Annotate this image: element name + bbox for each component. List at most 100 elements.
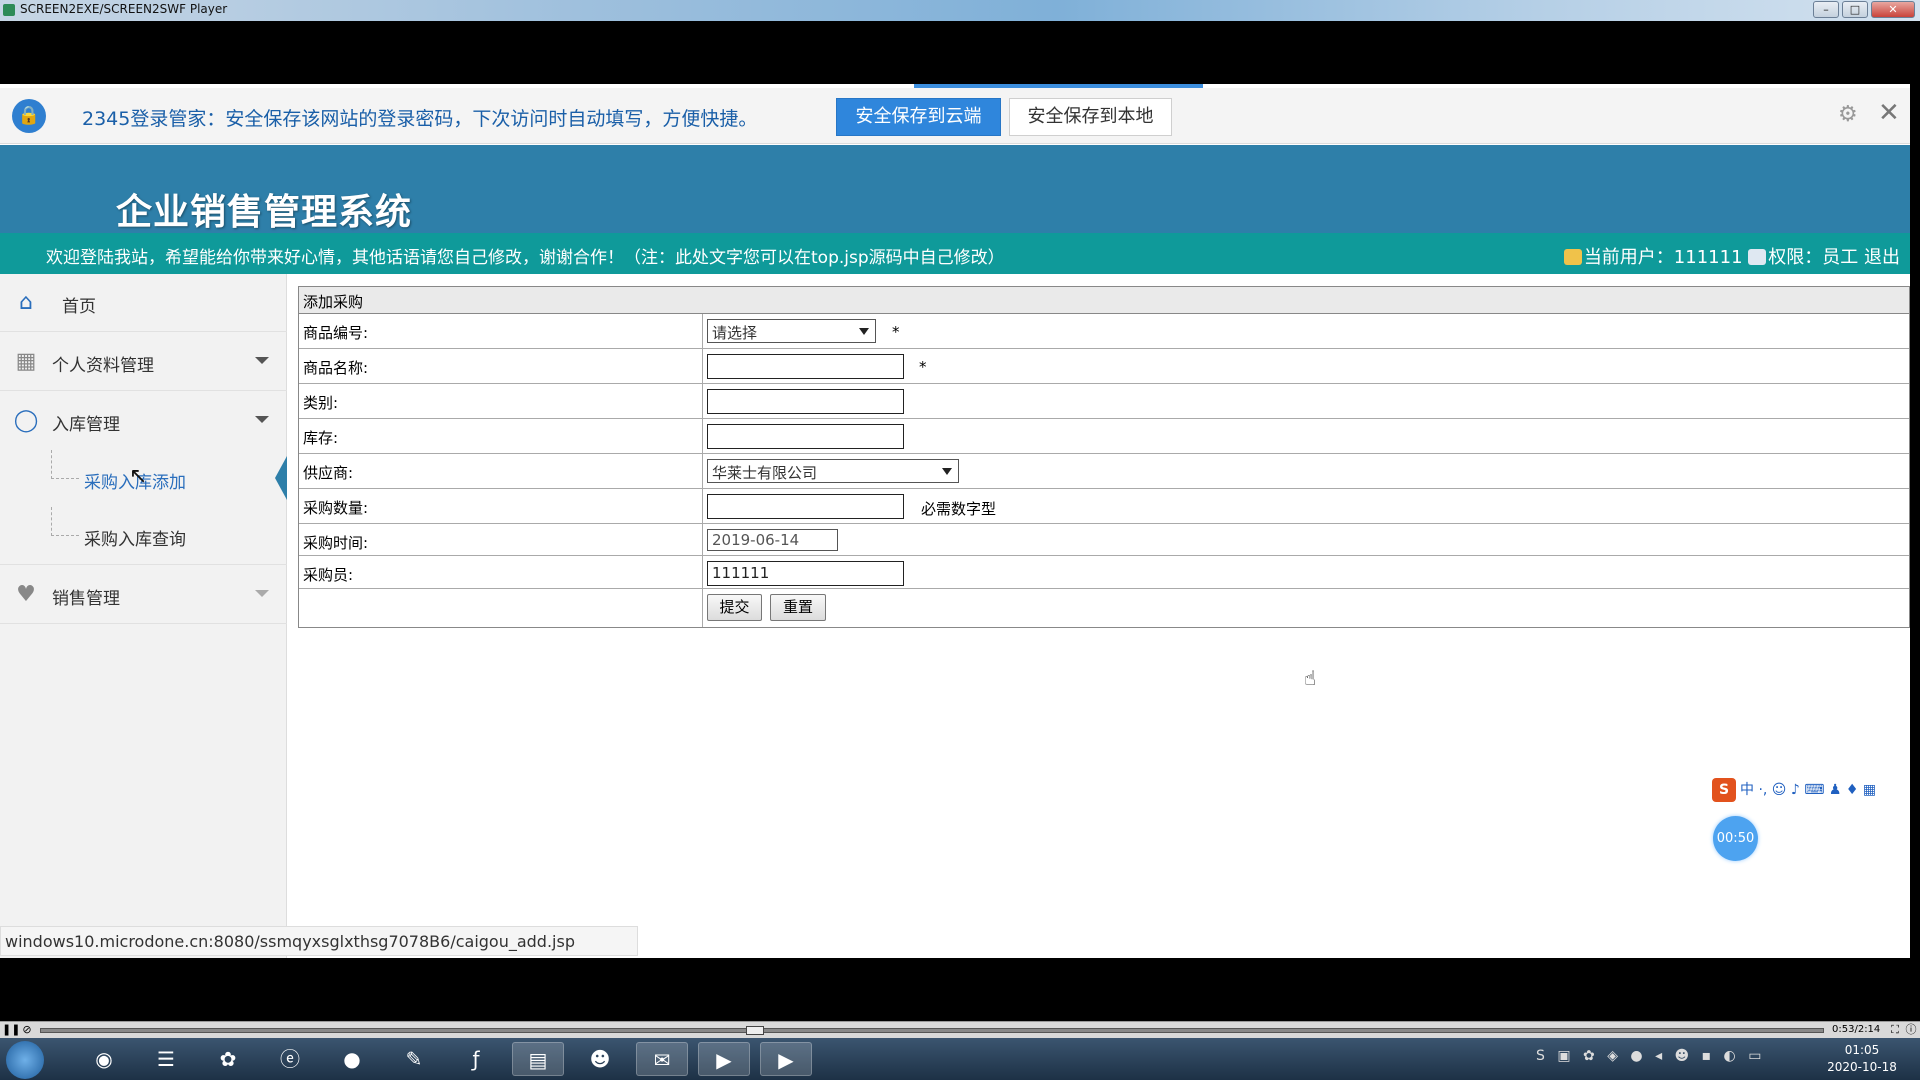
current-user: 当前用户：111111 <box>1583 247 1743 268</box>
clock[interactable]: 01:05 2020-10-18 <box>1822 1042 1902 1076</box>
form-row-quantity: 采购数量: 必需数字型 <box>299 489 1909 524</box>
user-icon <box>1563 249 1582 265</box>
minimize-button[interactable]: – <box>1813 1 1839 18</box>
app-title: 企业销售管理系统 <box>116 192 413 233</box>
taskbar: ◉ ☰ ✿ ⓔ ● ✎ ƒ ▤ ☻ ✉ ▶ ▶ S ▣ ✿ ◈ ● ◂ ☻ ▪ … <box>0 1038 1920 1080</box>
gear-icon[interactable]: ⚙ <box>1838 102 1858 127</box>
logout-link[interactable]: 退出 <box>1864 247 1900 268</box>
wechat-icon[interactable]: ✉ <box>636 1042 688 1076</box>
player-title-bar: SCREEN2EXE/SCREEN2SWF Player – □ ✕ <box>0 0 1920 21</box>
sidebar-item-profile[interactable]: ▦ 个人资料管理 <box>0 333 287 391</box>
pause-icon[interactable]: ❚❚ <box>2 1023 20 1037</box>
maximize-button[interactable]: □ <box>1842 1 1868 18</box>
chrome-icon[interactable]: ◉ <box>78 1042 130 1076</box>
close-icon[interactable]: ✕ <box>1878 98 1900 128</box>
welcome-bar: 欢迎登陆我站，希望能给你带来好心情，其他话语请您自己修改，谢谢合作！（注：此处文… <box>0 233 1910 274</box>
form-row-buyer: 采购员: 111111 <box>299 556 1909 589</box>
quantity-hint: 必需数字型 <box>921 500 997 518</box>
seek-bar[interactable] <box>40 1028 1824 1033</box>
sidebar-item-home[interactable]: ⌂ 首页 <box>0 274 287 332</box>
submit-button[interactable]: 提交 <box>707 594 762 621</box>
form-caption: 添加采购 <box>299 287 1909 314</box>
field-label: 商品名称: <box>303 359 369 377</box>
recording-timer[interactable]: 00:50 <box>1713 816 1758 861</box>
active-marker <box>275 456 287 500</box>
info-icon[interactable]: ⓘ <box>1904 1023 1918 1037</box>
home-icon: ⌂ <box>19 290 33 315</box>
select-value: 华莱士有限公司 <box>712 464 818 482</box>
window-title: SCREEN2EXE/SCREEN2SWF Player <box>20 2 228 16</box>
sidebar-item-label: 个人资料管理 <box>52 356 154 376</box>
reset-button[interactable]: 重置 <box>770 594 826 621</box>
sidebar-item-label: 采购入库查询 <box>84 530 186 550</box>
user-role: 权限：员工 <box>1768 247 1859 268</box>
close-window-button[interactable]: ✕ <box>1871 1 1915 18</box>
stock-input[interactable] <box>707 424 904 449</box>
form-row-supplier: 供应商: 华莱士有限公司 <box>299 454 1909 489</box>
role-icon <box>1748 249 1767 265</box>
playback-time: 0:53/2:14 <box>1832 1024 1881 1035</box>
chevron-down-icon <box>255 357 269 364</box>
editor-icon[interactable]: ✎ <box>388 1042 440 1076</box>
sidebar-item-sales[interactable]: ♥ 销售管理 <box>0 566 287 624</box>
form-row-actions: 提交 重置 <box>299 589 1909 627</box>
status-bar-url: windows10.microdone.cn:8080/ssmqyxsglxth… <box>0 926 638 956</box>
category-input[interactable] <box>707 389 904 414</box>
clock-date: 2020-10-18 <box>1827 1060 1897 1074</box>
password-manager-message: 2345登录管家：安全保存该网站的登录密码，下次访问时自动填写，方便快捷。 <box>82 108 758 130</box>
sidebar-item-label: 首页 <box>62 297 96 317</box>
chevron-down-icon <box>859 328 869 335</box>
field-label: 采购数量: <box>303 499 369 517</box>
start-button[interactable] <box>6 1041 44 1079</box>
required-mark: * <box>892 323 900 341</box>
sidebar-item-inbound[interactable]: ◯ 入库管理 <box>0 392 287 450</box>
select-value: 请选择 <box>712 324 758 342</box>
player-icon[interactable]: ▶ <box>698 1042 750 1076</box>
browser-icon[interactable]: ⓔ <box>264 1042 316 1076</box>
required-mark: * <box>919 358 927 376</box>
stop-icon[interactable]: ⊘ <box>20 1023 34 1037</box>
ime-toolbar[interactable]: S中 ·, ☺ ♪ ⌨ ♟ ♦ ▦ <box>1712 778 1910 808</box>
tree-line <box>51 450 79 479</box>
form-row-purchase-date: 采购时间: 2019-06-14 <box>299 524 1909 556</box>
player-app-icon <box>3 4 15 16</box>
field-label: 库存: <box>303 429 339 447</box>
qq-icon[interactable]: ☻ <box>574 1042 626 1076</box>
sidebar-subitem-purchase-query[interactable]: 采购入库查询 <box>0 507 287 565</box>
system-tray[interactable]: S ▣ ✿ ◈ ● ◂ ☻ ▪ ◐ ▭ <box>1536 1048 1765 1064</box>
save-to-cloud-button[interactable]: 安全保存到云端 <box>836 98 1001 136</box>
green-app-icon[interactable]: ● <box>326 1042 378 1076</box>
baidu-netdisk-icon[interactable]: ✿ <box>202 1042 254 1076</box>
eclipse-icon[interactable]: ☰ <box>140 1042 192 1076</box>
file-explorer-icon[interactable]: ▤ <box>512 1042 564 1076</box>
quantity-input[interactable] <box>707 494 904 519</box>
player-icon[interactable]: ▶ <box>760 1042 812 1076</box>
seek-thumb[interactable] <box>746 1026 764 1035</box>
sidebar-item-label: 入库管理 <box>52 415 120 435</box>
field-label: 类别: <box>303 394 339 412</box>
welcome-text: 欢迎登陆我站，希望能给你带来好心情，其他话语请您自己修改，谢谢合作！（注：此处文… <box>46 248 1005 268</box>
chevron-down-icon <box>255 416 269 423</box>
fullscreen-icon[interactable]: ⛶ <box>1888 1023 1902 1037</box>
product-name-input[interactable] <box>707 354 904 379</box>
ime-mode: 中 <box>1740 782 1754 798</box>
hand-cursor: ☝ <box>1304 666 1317 690</box>
product-code-select[interactable]: 请选择 <box>707 319 876 343</box>
app-header: 企业销售管理系统 <box>0 145 1910 233</box>
clock-time: 01:05 <box>1844 1043 1880 1057</box>
mouse-cursor: ↖ <box>129 464 148 489</box>
user-info: 当前用户：111111 权限：员工 退出 <box>1563 243 1900 269</box>
player-controls: ❚❚ ⊘ 0:53/2:14 ⛶ ⓘ <box>0 1021 1920 1038</box>
form-row-category: 类别: <box>299 384 1909 419</box>
heart-icon: ♥ <box>16 582 36 607</box>
supplier-select[interactable]: 华莱士有限公司 <box>707 459 959 483</box>
sogou-icon: S <box>1712 778 1736 802</box>
save-to-local-button[interactable]: 安全保存到本地 <box>1009 98 1172 136</box>
flash-icon[interactable]: ƒ <box>450 1042 502 1076</box>
sidebar: ⌂ 首页 ▦ 个人资料管理 ◯ 入库管理 采购入库添加 采购入库查询 ♥ 销售管… <box>0 274 287 958</box>
tree-line <box>51 507 79 536</box>
add-purchase-form: 添加采购 商品编号: 请选择 * 商品名称: * 类别: 库存: 供应商: 华莱… <box>298 286 1910 628</box>
purchase-date-input[interactable]: 2019-06-14 <box>707 529 838 551</box>
lock-icon: 🔒 <box>12 99 46 133</box>
buyer-input[interactable]: 111111 <box>707 561 904 586</box>
